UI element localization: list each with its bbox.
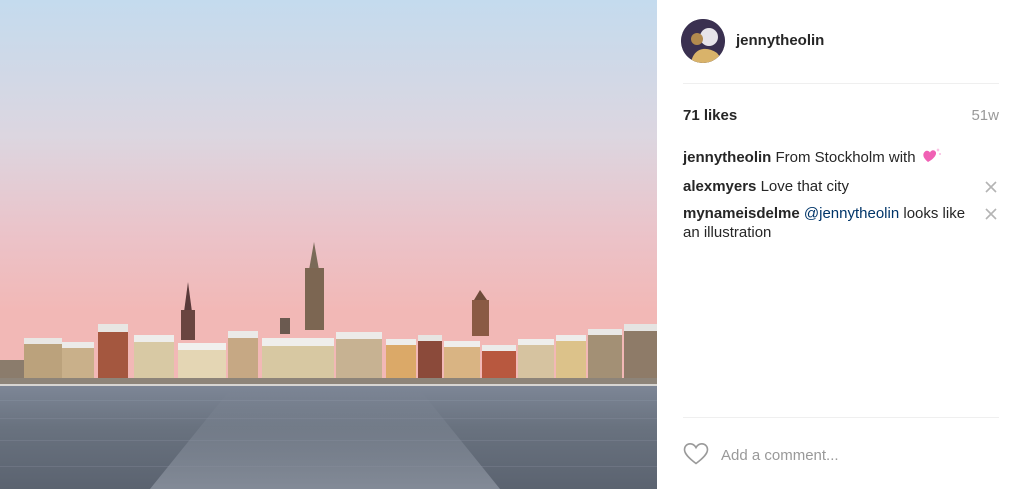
comment-text: From Stockholm with bbox=[775, 149, 916, 166]
sparkling-heart-icon bbox=[922, 146, 942, 169]
post-username[interactable]: jennytheolin bbox=[736, 32, 824, 49]
comment-bar bbox=[683, 440, 999, 470]
post-header: jennytheolin bbox=[657, 0, 1024, 84]
delete-comment-icon[interactable] bbox=[983, 206, 999, 222]
delete-comment-icon[interactable] bbox=[983, 179, 999, 195]
comment-author[interactable]: alexmyers bbox=[683, 178, 756, 195]
likes-count[interactable]: 71 likes bbox=[683, 107, 737, 124]
comment-caption: jennytheolin From Stockholm with bbox=[683, 146, 999, 169]
divider bbox=[683, 417, 999, 418]
comment-author[interactable]: mynameisdelme bbox=[683, 205, 800, 222]
post-details-panel: jennytheolin 71 likes 51w jennytheolin F… bbox=[657, 0, 1024, 489]
divider bbox=[683, 83, 999, 84]
comment-input[interactable] bbox=[721, 440, 991, 470]
avatar[interactable] bbox=[681, 19, 725, 63]
heart-outline-icon[interactable] bbox=[683, 442, 709, 466]
stockholm-skyline-image bbox=[0, 0, 657, 489]
comment-item: alexmyers Love that city bbox=[683, 177, 999, 196]
comment-mention[interactable]: @jennytheolin bbox=[804, 205, 899, 222]
post-timestamp[interactable]: 51w bbox=[971, 107, 999, 124]
comments-list: jennytheolin From Stockholm with alexmye… bbox=[683, 146, 999, 250]
comment-item: mynameisdelme @jennytheolin looks like a… bbox=[683, 204, 999, 242]
comment-author[interactable]: jennytheolin bbox=[683, 149, 771, 166]
post-photo[interactable] bbox=[0, 0, 657, 489]
comment-text: Love that city bbox=[760, 178, 849, 195]
likes-row: 71 likes 51w bbox=[683, 107, 999, 127]
